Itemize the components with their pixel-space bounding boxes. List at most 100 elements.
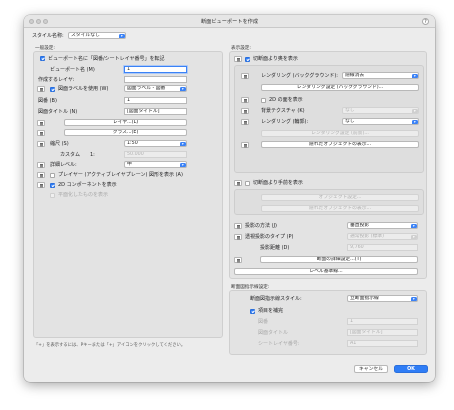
class-options-icon[interactable] (37, 130, 45, 136)
layer-button[interactable]: レイヤ...(L) (64, 119, 187, 126)
label-options-icon[interactable] (37, 86, 45, 92)
planar-objects-checkbox[interactable] (50, 172, 55, 178)
hidden-objects-options-icon[interactable] (241, 142, 249, 148)
front-of-cut-label: 切断面より手前を表示 (253, 180, 303, 186)
callout-no-input[interactable]: 1 (347, 318, 418, 325)
render-fg-options-icon[interactable] (241, 119, 249, 125)
show-2d-component-label: 2D コンポーネントを表示 (58, 182, 117, 188)
scale-value: 1:50 (127, 141, 138, 146)
cut-plane-label: 切断面より奥を表示 (253, 56, 298, 62)
bg-texture-select[interactable]: なし ▾ (342, 107, 419, 114)
show-2d-label: 2D の面を表示 (269, 97, 303, 103)
render-bg-select[interactable]: 隠線消去 ▾ (342, 72, 419, 79)
projection-value: 垂直投影 (350, 223, 370, 228)
front-of-cut-checkbox[interactable] (245, 180, 250, 186)
style-name-value: スタイルなし (71, 33, 100, 38)
render-bg-settings-button[interactable]: レンダリング設定 (バックグラウンド)... (261, 84, 419, 91)
complete-items-checkbox[interactable] (250, 308, 255, 314)
planar-options-icon[interactable] (37, 172, 45, 178)
render-bg-options-icon[interactable] (241, 73, 249, 79)
class-button[interactable]: クラス...(E) (64, 129, 187, 136)
scale-options-icon[interactable] (37, 141, 45, 147)
callout-settings-panel: 断面図指示線スタイル: 立断面指示線 ▾ 項目を補完 図番 1 図面タイトル [図… (229, 290, 427, 355)
footer-note: 「+」を表示するには、Pキーまたは「+」アイコンをクリックしてください。 (34, 343, 186, 348)
section-detail-options-icon[interactable] (234, 257, 242, 263)
callout-no-label: 図番 (258, 319, 269, 325)
flattened-label: 平面化したものを表示 (58, 192, 109, 198)
hidden-objects-button-1[interactable]: 隠れたオブジェクトの表示... (261, 141, 419, 148)
custom-scale-input[interactable]: 50.000 (124, 151, 187, 158)
distance-label: 投影距離 (D) (260, 245, 290, 251)
component-options-icon[interactable] (37, 182, 45, 188)
add-name-checkbox[interactable] (40, 56, 45, 61)
chevron-down-icon: ▾ (411, 234, 417, 239)
distance-input[interactable]: 9,760 (347, 244, 418, 251)
show-2d-options-icon[interactable] (241, 97, 249, 103)
chevron-down-icon: ▾ (412, 108, 418, 113)
object-settings-button[interactable]: オブジェクト設定... (261, 194, 419, 201)
detail-options-icon[interactable] (37, 162, 45, 168)
chevron-down-icon: ▾ (119, 33, 125, 38)
behind-cut-subpanel: レンダリング (バックグラウンド): 隠線消去 ▾ レンダリング設定 (バックグラ… (234, 65, 424, 173)
show-2d-checkbox[interactable] (261, 97, 266, 103)
drawing-label-value: 図面ラベル - 図番 (127, 86, 166, 91)
perspective-label: 透視投影のタイプ (P) (245, 234, 294, 240)
callout-style-value: 立断面指示線 (350, 296, 379, 301)
bg-texture-options-icon[interactable] (241, 108, 249, 114)
render-fg-select[interactable]: なし ▾ (342, 118, 419, 125)
drawing-label-label: 図面ラベルを使用 (W) (58, 86, 109, 92)
section-detail-button[interactable]: 断面の詳細設定...(T) (260, 256, 418, 263)
flattened-checkbox[interactable] (50, 192, 55, 198)
chevron-down-icon: ▾ (412, 119, 418, 124)
viewport-name-input[interactable]: 1 (124, 66, 187, 73)
render-fg-settings-button[interactable]: レンダリング設定 (前景)... (261, 130, 419, 137)
drawing-label-select[interactable]: 図面ラベル - 図番 ▾ (124, 85, 187, 92)
cut-plane-checkbox[interactable] (245, 56, 250, 62)
detail-level-value: 中 (127, 162, 132, 167)
layer-options-icon[interactable] (37, 120, 45, 126)
window-title: 断面ビューポートを作成 (200, 19, 259, 25)
front-of-cut-subpanel: オブジェクト設定... 隠れたオブジェクトの表示... (234, 189, 424, 215)
drawing-label-checkbox[interactable] (50, 86, 55, 92)
projection-select[interactable]: 垂直投影 ▾ (347, 222, 418, 229)
drawing-no-input[interactable]: 1 (124, 97, 187, 104)
cancel-button[interactable]: キャンセル (354, 365, 388, 373)
chevron-down-icon: ▾ (180, 86, 186, 91)
style-name-select[interactable]: スタイルなし ▾ (68, 32, 126, 39)
help-icon[interactable]: ? (422, 18, 429, 25)
bg-texture-label: 背景テクスチャ (K) (261, 108, 305, 114)
detail-level-label: 詳細レベル: (50, 162, 77, 168)
callout-sheet-label: シートレイヤ番号: (258, 341, 300, 347)
chevron-down-icon: ▾ (411, 223, 417, 228)
chevron-down-icon: ▾ (412, 73, 418, 78)
chevron-down-icon: ▾ (411, 296, 417, 301)
bg-texture-value: なし (345, 108, 355, 113)
render-bg-value: 隠線消去 (345, 73, 365, 78)
projection-options-icon[interactable] (234, 223, 242, 229)
render-bg-label: レンダリング (バックグラウンド): (261, 73, 338, 79)
scale-select[interactable]: 1:50 ▾ (124, 140, 187, 147)
perspective-options-icon[interactable] (234, 234, 242, 240)
add-name-label: ビューポート名に「図番/シートレイヤ番号」を転記 (48, 55, 165, 62)
callout-title-input[interactable]: [図面タイトル] (347, 329, 418, 336)
detail-level-select[interactable]: 中 ▾ (124, 161, 187, 168)
title-bar: 断面ビューポートを作成 ? (24, 15, 435, 28)
create-layer-select[interactable] (124, 76, 187, 83)
style-name-label: スタイル名称: (32, 33, 64, 39)
drawing-title-label: 図面タイトル (N) (38, 109, 78, 115)
render-fg-label: レンダリング (輪郭): (261, 119, 309, 125)
viewport-name-label: ビューポート名 (M) (50, 67, 95, 73)
ok-button[interactable]: OK (394, 365, 428, 373)
cut-plane-options-icon[interactable] (234, 56, 242, 62)
drawing-title-input[interactable]: [図面タイトル] (124, 108, 187, 115)
callout-sheet-input[interactable]: A1 (347, 340, 418, 347)
show-2d-component-checkbox[interactable] (50, 182, 55, 188)
perspective-select[interactable]: 通常投影 (標準) ▾ (347, 233, 418, 240)
level-button[interactable]: レベル基準線... (234, 268, 418, 275)
display-settings-panel: 切断面より奥を表示 レンダリング (バックグラウンド): 隠線消去 ▾ レンダリン… (229, 51, 427, 279)
scale-label: 縮尺 (S) (50, 141, 69, 147)
callout-style-select[interactable]: 立断面指示線 ▾ (347, 295, 418, 302)
hidden-objects-button-2[interactable]: 隠れたオブジェクトの表示... (261, 205, 419, 212)
front-options-icon[interactable] (234, 180, 242, 186)
create-layer-label: 作成するレイヤ: (38, 77, 75, 83)
